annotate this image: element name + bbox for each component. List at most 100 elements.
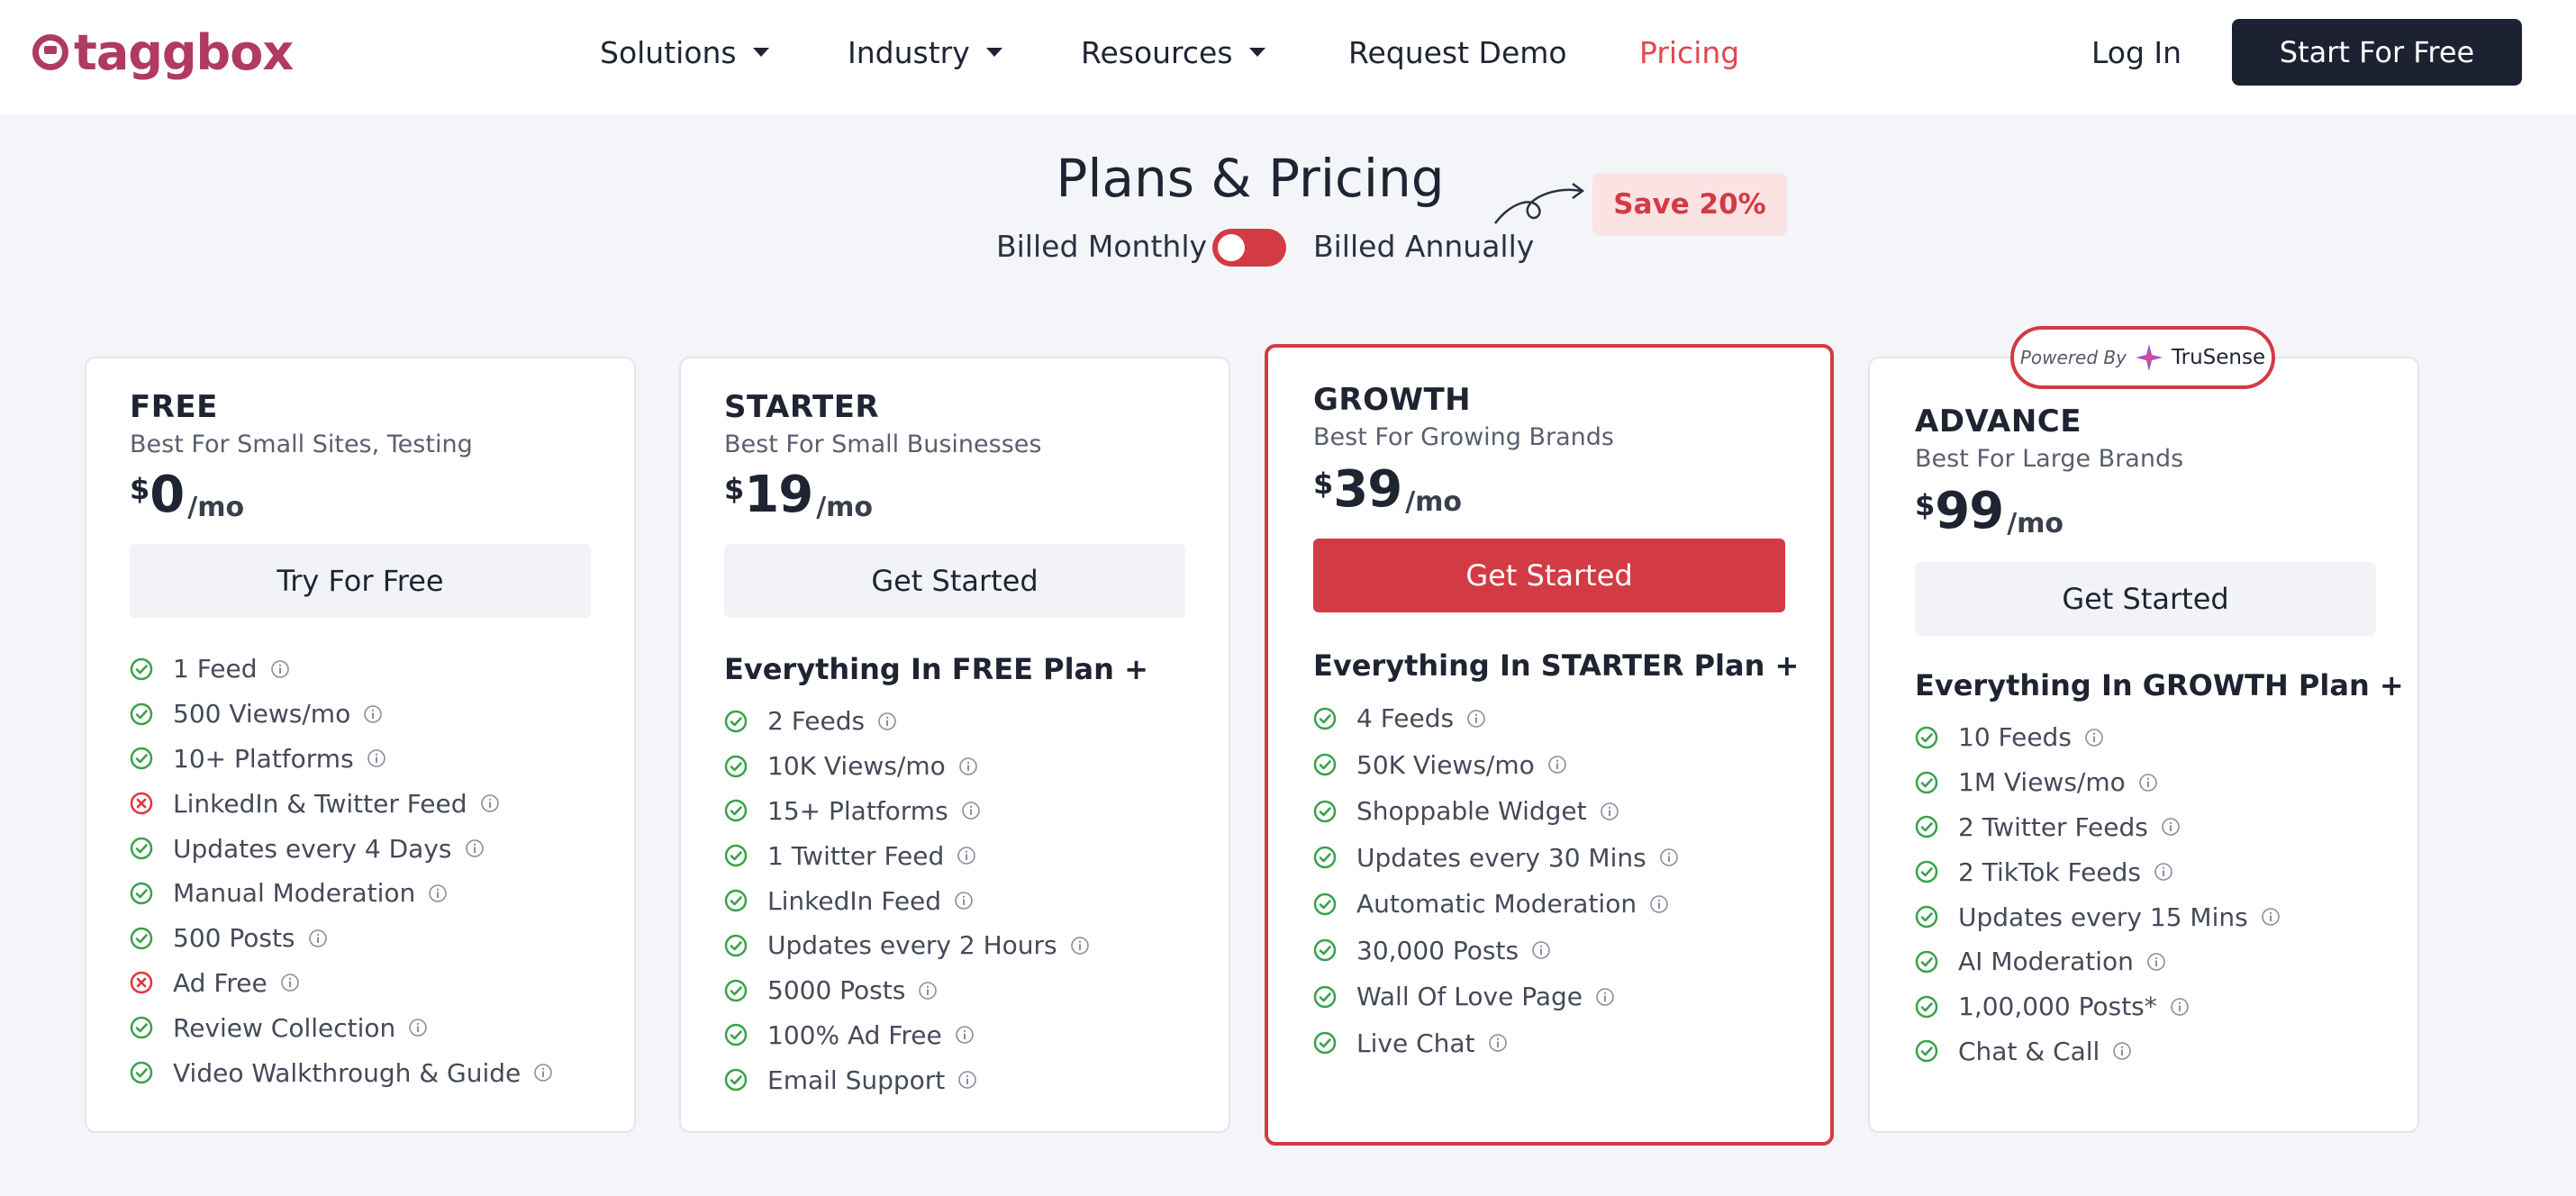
feature-item: Wall Of Love Page — [1313, 974, 1679, 1020]
login-link[interactable]: Log In — [2091, 31, 2181, 74]
plan-card-starter: STARTER Best For Small Businesses $ 19 /… — [679, 357, 1230, 1133]
info-icon[interactable] — [918, 981, 938, 1001]
billing-toggle[interactable] — [1212, 229, 1286, 267]
info-icon[interactable] — [2138, 773, 2158, 793]
info-icon[interactable] — [961, 801, 981, 820]
info-icon[interactable] — [1600, 802, 1619, 821]
trusense-brand: TruSense — [2171, 346, 2266, 369]
taggbox-logo[interactable]: taggbox — [32, 24, 294, 81]
powered-by-badge: Powered By TruSense — [2010, 326, 2275, 389]
info-icon[interactable] — [363, 704, 383, 724]
get-started-button[interactable]: Get Started — [1915, 562, 2376, 636]
billed-monthly-label[interactable]: Billed Monthly — [996, 229, 1207, 264]
info-icon[interactable] — [480, 793, 500, 813]
info-icon[interactable] — [2146, 952, 2166, 972]
info-icon[interactable] — [280, 973, 300, 992]
feature-text: Updates every 15 Mins — [1958, 902, 2248, 932]
info-icon[interactable] — [2084, 728, 2104, 748]
info-icon[interactable] — [367, 748, 386, 768]
feature-item: 15+ Platforms — [724, 789, 1090, 834]
check-circle-icon — [1915, 950, 1938, 974]
info-icon[interactable] — [957, 846, 976, 865]
info-icon[interactable] — [1070, 936, 1090, 956]
info-icon[interactable] — [2161, 817, 2181, 837]
check-circle-icon — [1313, 1032, 1337, 1055]
feature-item: LinkedIn Feed — [724, 878, 1090, 923]
nav-request-demo[interactable]: Request Demo — [1348, 31, 1567, 74]
nav-industry[interactable]: Industry — [848, 31, 1002, 74]
feature-text: LinkedIn & Twitter Feed — [173, 788, 467, 819]
powered-by-label: Powered By — [2019, 347, 2127, 368]
plan-name: GROWTH — [1313, 382, 1472, 418]
info-icon[interactable] — [1595, 987, 1615, 1007]
feature-item: 500 Posts — [130, 916, 553, 961]
feature-text: Video Walkthrough & Guide — [173, 1057, 522, 1088]
plan-subtitle: Best For Large Brands — [1915, 445, 2184, 473]
info-icon[interactable] — [2112, 1041, 2132, 1061]
info-icon[interactable] — [955, 1025, 975, 1045]
price-amount: 0 — [150, 466, 185, 524]
feature-text: 50K Views/mo — [1356, 749, 1535, 780]
price-currency: $ — [724, 472, 745, 506]
check-circle-icon — [1915, 861, 1938, 883]
billed-annually-label[interactable]: Billed Annually — [1313, 229, 1534, 264]
get-started-button[interactable]: Get Started — [724, 544, 1185, 618]
info-icon[interactable] — [1488, 1033, 1508, 1053]
nav-solutions[interactable]: Solutions — [600, 31, 769, 74]
info-icon[interactable] — [1466, 709, 1486, 729]
price-period: /mo — [2007, 508, 2064, 539]
check-circle-icon — [724, 755, 748, 777]
info-icon[interactable] — [308, 929, 328, 948]
price-period: /mo — [816, 492, 874, 523]
check-circle-icon — [724, 800, 748, 822]
feature-item: AI Moderation — [1915, 939, 2281, 984]
toggle-knob — [1218, 234, 1245, 261]
info-icon[interactable] — [533, 1063, 553, 1083]
info-icon[interactable] — [2154, 862, 2173, 882]
top-nav: taggbox Solutions Industry Resources Req… — [0, 0, 2576, 114]
info-icon[interactable] — [408, 1018, 428, 1037]
price-period: /mo — [1405, 486, 1463, 518]
info-icon[interactable] — [270, 659, 290, 679]
price-amount: 39 — [1333, 460, 1402, 519]
try-for-free-button[interactable]: Try For Free — [130, 544, 591, 618]
plan-card-advance: ADVANCE Best For Large Brands $ 99 /mo G… — [1868, 357, 2419, 1133]
info-icon[interactable] — [1547, 755, 1567, 775]
plan-name: STARTER — [724, 389, 880, 425]
info-icon[interactable] — [2170, 997, 2190, 1017]
info-icon[interactable] — [1659, 847, 1679, 867]
price-currency: $ — [130, 472, 150, 506]
feature-text: 2 Feeds — [767, 706, 866, 737]
nav-resources[interactable]: Resources — [1081, 31, 1265, 74]
info-icon[interactable] — [1531, 940, 1551, 960]
get-started-button[interactable]: Get Started — [1313, 539, 1785, 612]
feature-text: 10K Views/mo — [767, 751, 946, 782]
price-currency: $ — [1313, 467, 1334, 501]
info-icon[interactable] — [2261, 907, 2281, 927]
check-circle-icon — [1915, 771, 1938, 793]
info-icon[interactable] — [428, 883, 448, 903]
feature-item: Chat & Call — [1915, 1029, 2281, 1074]
feature-item: 5000 Posts — [724, 968, 1090, 1013]
info-icon[interactable] — [877, 711, 897, 731]
info-icon[interactable] — [958, 757, 978, 776]
info-icon[interactable] — [1649, 894, 1669, 914]
check-circle-icon — [724, 710, 748, 733]
info-icon[interactable] — [954, 891, 974, 911]
check-circle-icon — [724, 845, 748, 867]
info-icon[interactable] — [465, 838, 485, 858]
feature-item: 1,00,000 Posts* — [1915, 984, 2281, 1029]
feature-text: Live Chat — [1356, 1028, 1475, 1058]
feature-text: Ad Free — [173, 967, 268, 998]
everything-heading: Everything In FREE Plan + — [724, 652, 1148, 686]
feature-item: 2 TikTok Feeds — [1915, 849, 2281, 894]
feature-item: 1 Twitter Feed — [724, 833, 1090, 878]
check-circle-icon — [1313, 985, 1337, 1008]
start-for-free-button[interactable]: Start For Free — [2232, 19, 2522, 86]
feature-item: 10+ Platforms — [130, 737, 553, 782]
info-icon[interactable] — [957, 1070, 977, 1090]
feature-item: 50K Views/mo — [1313, 742, 1679, 789]
feature-text: Updates every 2 Hours — [767, 930, 1057, 961]
nav-pricing[interactable]: Pricing — [1639, 31, 1739, 74]
feature-text: 500 Posts — [173, 923, 295, 954]
